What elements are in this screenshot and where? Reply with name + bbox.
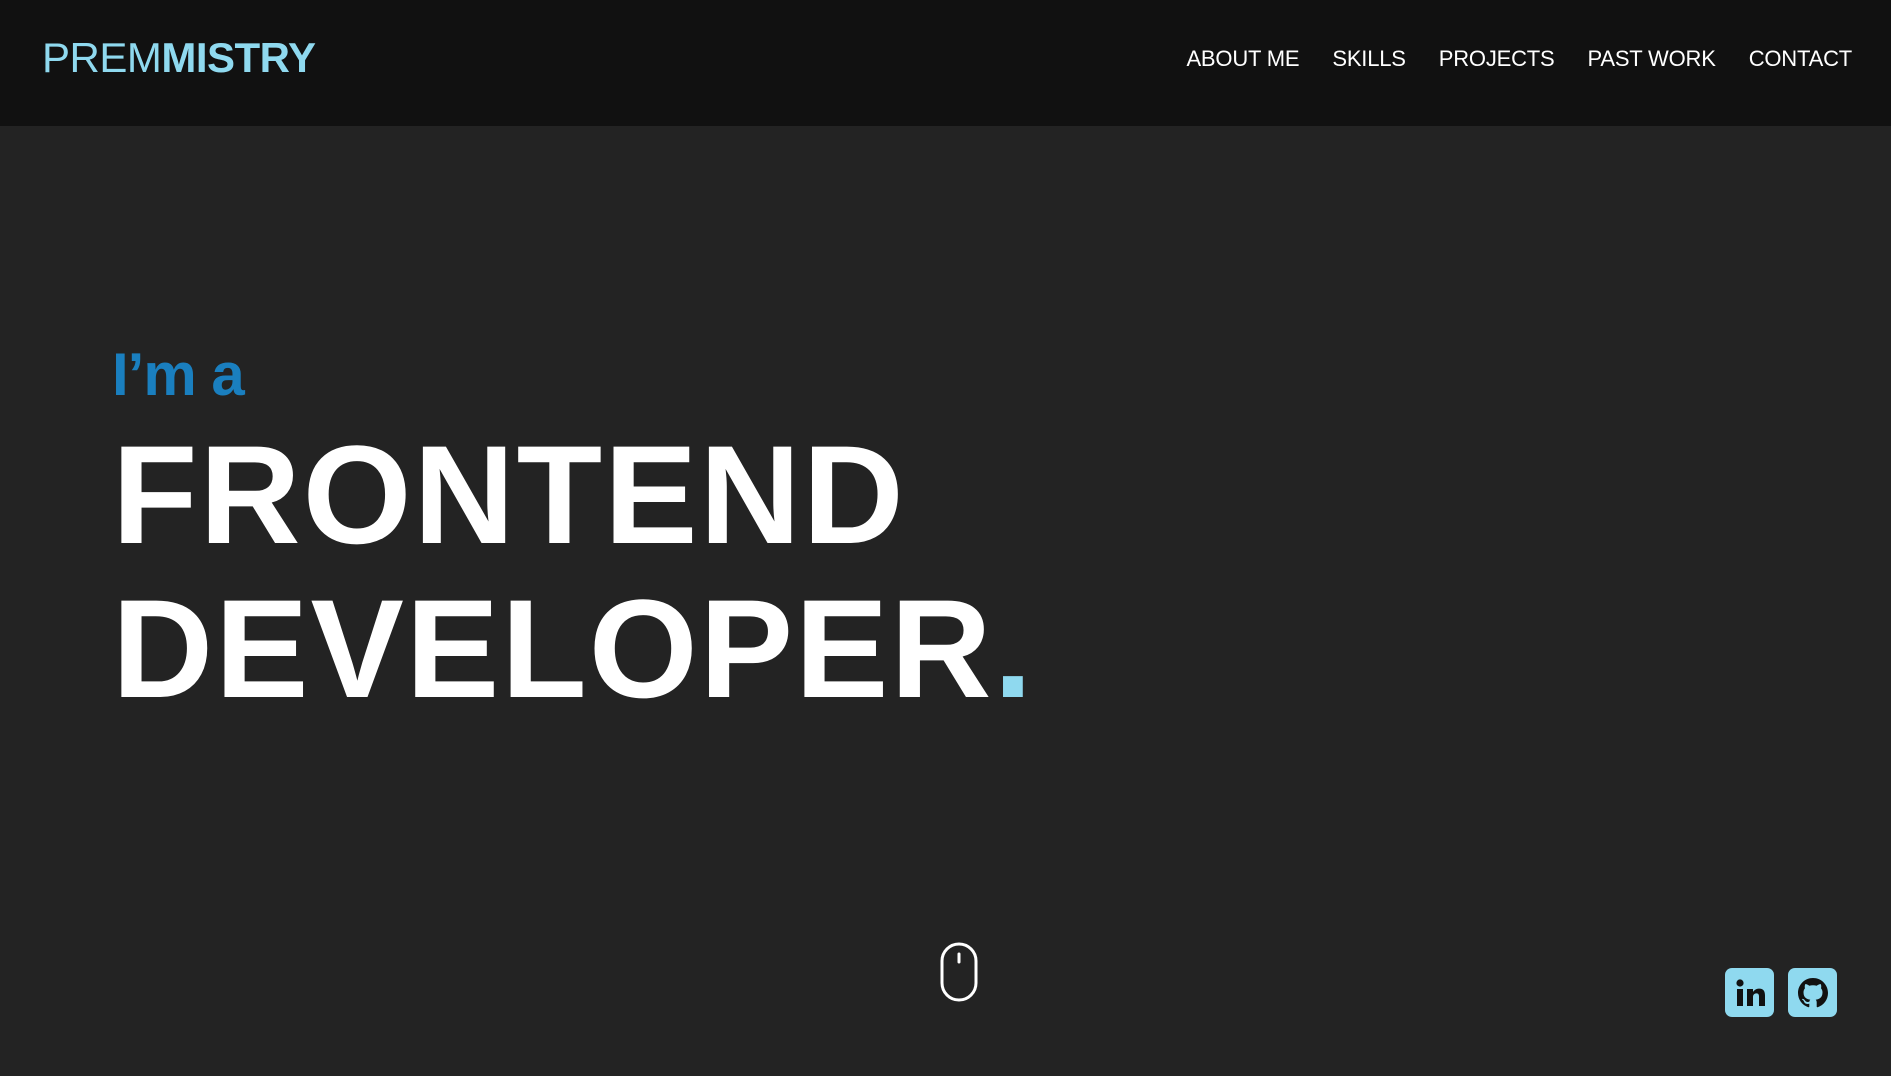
- hero-line-1: FRONTEND: [112, 416, 906, 573]
- navbar: PREMMISTRY ABOUT ME SKILLS PROJECTS PAST…: [0, 0, 1891, 126]
- nav-about-me[interactable]: ABOUT ME: [1186, 44, 1299, 74]
- nav-past-work[interactable]: PAST WORK: [1588, 44, 1716, 74]
- hero-intro: I’m a: [112, 341, 245, 408]
- hero-headline: FRONTEND DEVELOPER.: [112, 418, 1034, 726]
- hero-line-2: DEVELOPER.: [112, 572, 1034, 726]
- hero-line-2-text: DEVELOPER: [112, 570, 994, 727]
- github-icon[interactable]: [1788, 968, 1837, 1017]
- hero-period: .: [993, 570, 1035, 727]
- nav-contact[interactable]: CONTACT: [1749, 44, 1852, 74]
- hero: I’m a FRONTEND DEVELOPER.: [112, 340, 1034, 726]
- mouse-scroll-icon[interactable]: [940, 942, 978, 1002]
- page: PREMMISTRY ABOUT ME SKILLS PROJECTS PAST…: [0, 0, 1891, 1076]
- social-links: [1725, 968, 1837, 1017]
- nav-skills[interactable]: SKILLS: [1332, 44, 1406, 74]
- logo[interactable]: PREMMISTRY: [42, 33, 316, 83]
- logo-first-name: PREM: [42, 34, 162, 81]
- main-nav: ABOUT ME SKILLS PROJECTS PAST WORK CONTA…: [1186, 44, 1852, 74]
- logo-last-name: MISTRY: [161, 34, 316, 81]
- linkedin-icon[interactable]: [1725, 968, 1774, 1017]
- nav-projects[interactable]: PROJECTS: [1439, 44, 1555, 74]
